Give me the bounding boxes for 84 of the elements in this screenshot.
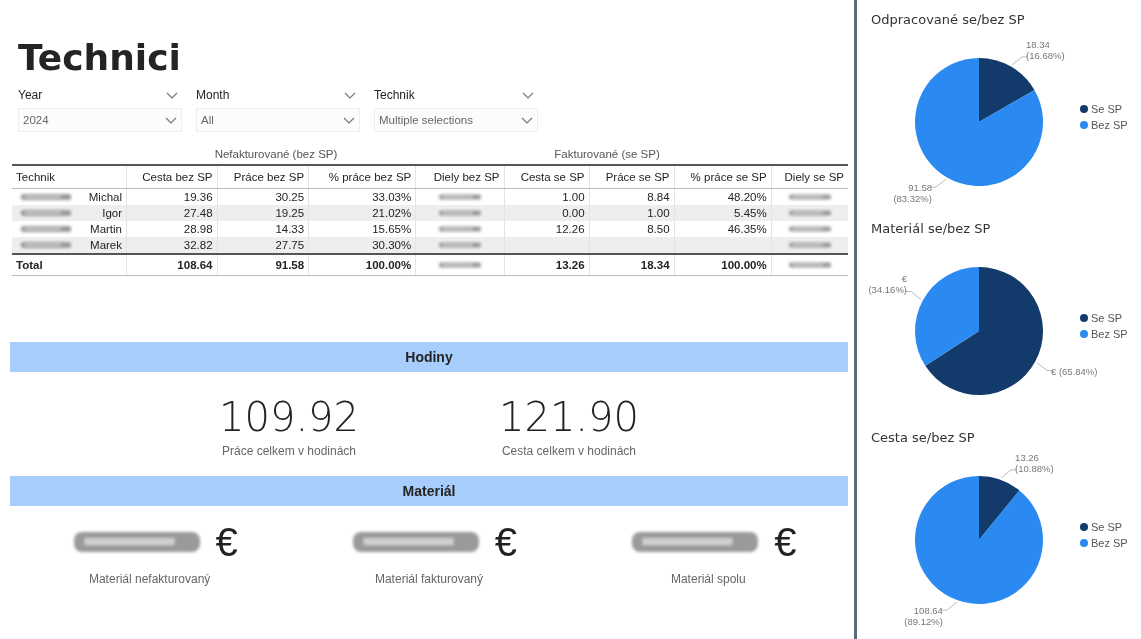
table-cell: 33.03%: [372, 191, 412, 203]
legend-label: Bez SP: [1091, 119, 1128, 131]
table-cell: 14.33: [275, 223, 305, 235]
data-label: € (34.16%): [868, 273, 907, 296]
table-cell: 21.02%: [372, 207, 412, 219]
legend-label: Se SP: [1091, 312, 1123, 324]
column-header: Práce se SP: [605, 171, 670, 183]
chevron-down-icon[interactable]: [165, 116, 177, 124]
column-group-header: Fakturované (se SP): [553, 148, 661, 160]
chevron-down-icon[interactable]: [343, 116, 355, 124]
filter-label: Month: [196, 88, 230, 102]
table-cell: 91.58: [275, 259, 305, 271]
table-cell: 30.25: [275, 191, 305, 203]
legend-label: Se SP: [1091, 521, 1123, 533]
column-header: Diely se SP: [784, 171, 844, 183]
column-header: Cesta bez SP: [142, 171, 213, 183]
column-header: Práce bez SP: [233, 171, 305, 183]
chevron-down-icon[interactable]: [344, 91, 356, 99]
table-cell: 28.98: [183, 223, 213, 235]
table-cell: 18.34: [640, 259, 670, 271]
table-cell: 13.26: [555, 259, 585, 271]
column-header: % práce se SP: [690, 171, 767, 183]
legend-label: Se SP: [1091, 103, 1123, 115]
table-cell: 0.00: [562, 207, 585, 219]
chart-title: Materiál se/bez SP: [871, 221, 992, 236]
table-cell: 5.45%: [734, 207, 767, 219]
table-cell: Martin: [90, 223, 122, 235]
table-cell: 27.75: [275, 239, 305, 251]
page-title: Technici: [18, 36, 182, 80]
chevron-down-icon[interactable]: [166, 91, 178, 99]
table-cell: 46.35%: [727, 223, 767, 235]
column-header: Technik: [16, 171, 55, 183]
kpi-caption: Práce celkem v hodinách: [221, 444, 357, 458]
data-label: 13.26 (10.88%): [1015, 451, 1054, 474]
table-cell: 8.84: [647, 191, 670, 203]
dropdown-field[interactable]: 2024: [18, 108, 182, 132]
leader-line: [1036, 362, 1054, 371]
data-label: € (65.84%): [1051, 365, 1098, 377]
section-header: Hodiny: [10, 342, 848, 372]
table-cell: Total: [16, 259, 43, 271]
filter-label: Technik: [374, 88, 415, 102]
table-cell: Michal: [88, 191, 122, 203]
chevron-down-icon[interactable]: [521, 116, 533, 124]
table-cell: 100.00%: [365, 259, 412, 271]
table-cell: 30.30%: [372, 239, 412, 251]
table-cell: 19.25: [275, 207, 305, 219]
table-cell: Igor: [102, 207, 122, 219]
currency-symbol: €: [494, 520, 518, 564]
dropdown-field[interactable]: Multiple selections: [374, 108, 538, 132]
kpi-value: 121.90: [499, 394, 639, 440]
data-label: 108.64 (89.12%): [904, 605, 943, 628]
section-header: Materiál: [10, 476, 848, 506]
currency-symbol: €: [774, 520, 797, 564]
kpi-caption: Materiál nefakturovaný: [88, 572, 211, 586]
currency-symbol: €: [215, 520, 238, 564]
table-cell: 48.20%: [727, 191, 767, 203]
table-cell: 100.00%: [721, 259, 767, 271]
table-cell: Marek: [90, 239, 122, 251]
kpi-value: 109.92: [219, 394, 359, 440]
kpi-caption: Materiál fakturovaný: [374, 572, 483, 586]
chart-title: Cesta se/bez SP: [871, 430, 976, 445]
table-cell: 1.00: [562, 191, 585, 203]
table-cell: 108.64: [177, 259, 213, 271]
chart-title: Odpracované se/bez SP: [871, 12, 1026, 27]
kpi-caption: Materiál spolu: [670, 572, 746, 586]
data-label: 18.34 (16.68%): [1026, 38, 1065, 61]
column-header: Diely bez SP: [433, 171, 500, 183]
kpi-caption: Cesta celkem v hodinách: [501, 444, 636, 458]
legend-label: Bez SP: [1091, 537, 1128, 549]
column-header: Cesta se SP: [520, 171, 585, 183]
table-cell: 12.26: [555, 223, 585, 235]
table-cell: 19.36: [183, 191, 213, 203]
table-cell: 1.00: [647, 207, 670, 219]
table-cell: 32.82: [183, 239, 213, 251]
column-header: % práce bez SP: [328, 171, 412, 183]
table-cell: 27.48: [183, 207, 213, 219]
legend-label: Bez SP: [1091, 328, 1128, 340]
data-label: 91.58 (83.32%): [893, 182, 932, 205]
dropdown-field[interactable]: All: [196, 108, 360, 132]
column-group-header: Nefakturované (bez SP): [213, 148, 339, 160]
filter-label: Year: [18, 88, 43, 102]
chevron-down-icon[interactable]: [522, 91, 534, 99]
table-cell: 8.50: [647, 223, 670, 235]
table-cell: 15.65%: [372, 223, 412, 235]
